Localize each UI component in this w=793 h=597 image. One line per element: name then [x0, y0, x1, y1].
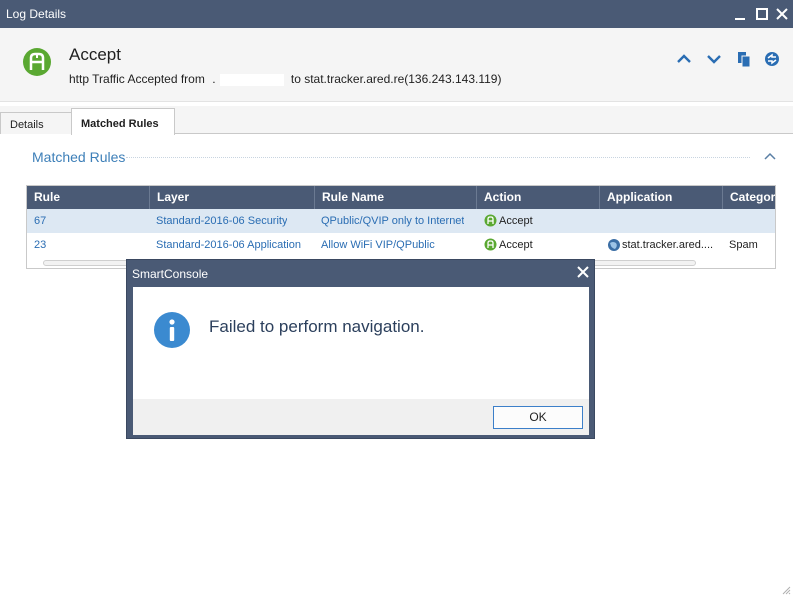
- log-summary: http Traffic Accepted from . to stat.tra…: [69, 72, 501, 86]
- column-header-layer[interactable]: Layer: [150, 186, 315, 209]
- copy-icon[interactable]: [735, 50, 753, 68]
- accept-icon: [484, 238, 497, 251]
- column-header-rule-name[interactable]: Rule Name: [315, 186, 477, 209]
- dialog-message: Failed to perform navigation.: [209, 317, 425, 336]
- cell-rule-name[interactable]: QPublic/QVIP only to Internet: [321, 215, 464, 227]
- summary-prefix: http Traffic Accepted from: [69, 72, 205, 86]
- minimize-button[interactable]: [730, 4, 750, 24]
- refresh-icon[interactable]: [763, 50, 781, 68]
- dialog-footer: OK: [133, 399, 589, 435]
- smartconsole-dialog: SmartConsole Failed to perform navigatio…: [126, 259, 595, 439]
- dialog-title: SmartConsole: [132, 267, 209, 281]
- cell-action: Accept: [499, 239, 533, 251]
- cell-layer[interactable]: Standard-2016-06 Application: [156, 239, 301, 251]
- cell-rule-name[interactable]: Allow WiFi VIP/QPublic: [321, 239, 435, 251]
- action-title: Accept: [69, 45, 121, 64]
- ok-button[interactable]: OK: [493, 406, 583, 429]
- maximize-icon: [756, 8, 768, 20]
- globe-icon: [608, 239, 620, 251]
- section-title: Matched Rules: [32, 149, 126, 165]
- column-header-rule[interactable]: Rule: [27, 186, 150, 209]
- close-button[interactable]: [772, 4, 792, 24]
- window-title: Log Details: [6, 7, 67, 21]
- close-icon: [776, 8, 788, 20]
- collapse-icon[interactable]: [763, 149, 777, 163]
- dialog-close-icon[interactable]: [575, 264, 591, 280]
- minimize-icon: [735, 18, 745, 20]
- column-header-category[interactable]: Category: [723, 186, 775, 209]
- resize-grip-icon[interactable]: [781, 585, 791, 595]
- cell-layer[interactable]: Standard-2016-06 Security: [156, 215, 287, 227]
- tab-matched-rules[interactable]: Matched Rules: [71, 108, 175, 135]
- cell-rule[interactable]: 23: [34, 239, 46, 251]
- tab-strip: Details Matched Rules: [0, 106, 793, 135]
- matched-rules-grid: Rule Layer Rule Name Action Application …: [26, 185, 776, 269]
- up-arrow-icon[interactable]: [675, 50, 693, 68]
- accept-icon: [23, 48, 51, 76]
- grid-header: Rule Layer Rule Name Action Application …: [27, 186, 775, 209]
- tab-details[interactable]: Details: [0, 112, 72, 134]
- cell-application: stat.tracker.ared....: [622, 239, 714, 251]
- info-icon: [154, 312, 190, 348]
- log-header: Accept http Traffic Accepted from . to s…: [0, 28, 793, 102]
- table-row[interactable]: 23 Standard-2016-06 Application Allow Wi…: [27, 233, 775, 257]
- column-header-action[interactable]: Action: [477, 186, 600, 209]
- table-row[interactable]: 67 Standard-2016-06 Security QPublic/QVI…: [27, 209, 775, 233]
- cell-category: Spam: [729, 239, 758, 251]
- maximize-button[interactable]: [752, 4, 772, 24]
- cell-rule[interactable]: 67: [34, 215, 46, 227]
- section-divider: [126, 157, 750, 158]
- down-arrow-icon[interactable]: [705, 50, 723, 68]
- summary-source: .: [212, 72, 216, 86]
- dialog-body: Failed to perform navigation.: [133, 287, 589, 399]
- redacted-source: [219, 73, 284, 86]
- summary-suffix: to stat.tracker.ared.re(136.243.143.119): [290, 72, 502, 86]
- cell-action: Accept: [499, 215, 533, 227]
- accept-icon: [484, 214, 497, 227]
- window-titlebar: Log Details: [0, 0, 793, 28]
- column-header-application[interactable]: Application: [600, 186, 723, 209]
